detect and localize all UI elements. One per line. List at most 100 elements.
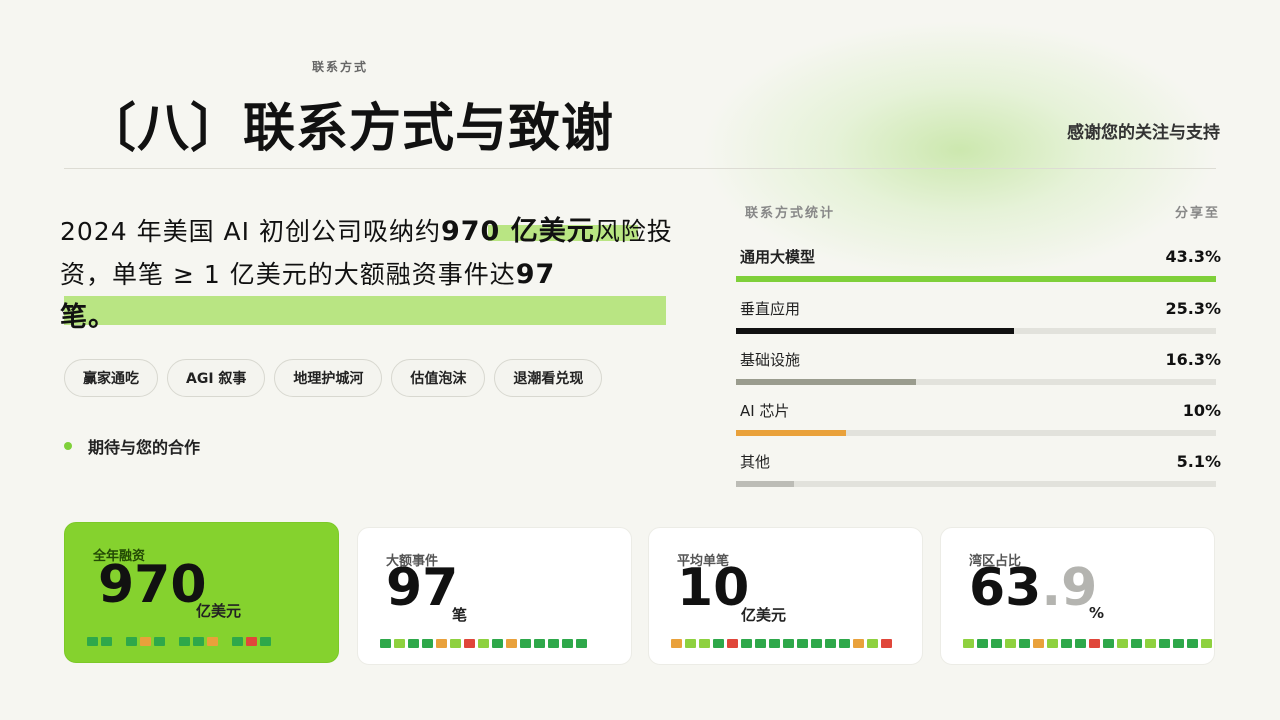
status-block	[450, 639, 461, 648]
status-block	[1187, 639, 1198, 648]
status-block	[548, 639, 559, 648]
stat-label: 垂直应用	[740, 299, 801, 318]
status-block	[394, 639, 405, 648]
stats-header: 联系方式统计 分享至	[745, 202, 1220, 221]
stat-value: 5.1%	[1176, 451, 1221, 471]
status-block	[991, 639, 1002, 648]
block-strip	[87, 637, 271, 646]
status-block	[671, 639, 682, 648]
stat-label: AI 芯片	[740, 401, 790, 420]
status-block	[232, 637, 243, 646]
status-block	[154, 637, 165, 646]
card-value-int: 63	[969, 558, 1042, 618]
section-eyebrow: 联系方式	[312, 60, 369, 74]
card-unit: 亿美元	[196, 602, 242, 620]
thanks-subtitle: 感谢您的关注与支持	[1067, 123, 1220, 143]
status-block	[246, 637, 257, 646]
status-block	[1103, 639, 1114, 648]
headline-bold-amount: 970 亿美元	[440, 216, 595, 247]
status-block	[1019, 639, 1030, 648]
block-strip	[963, 639, 1212, 648]
status-block	[1033, 639, 1044, 648]
stat-row-header: 其他 5.1%	[736, 449, 1221, 473]
tag-chip[interactable]: 地理护城河	[274, 359, 383, 397]
status-block	[825, 639, 836, 648]
stat-bar-track	[736, 276, 1216, 282]
status-block	[193, 637, 204, 646]
stat-value: 43.3%	[1165, 246, 1221, 266]
stat-row: 基础设施 16.3%	[736, 347, 1221, 385]
stat-row: 其他 5.1%	[736, 449, 1221, 487]
status-block	[755, 639, 766, 648]
status-block	[1131, 639, 1142, 648]
header-divider	[64, 168, 1216, 169]
status-block	[1075, 639, 1086, 648]
status-block	[1047, 639, 1058, 648]
stat-row: 垂直应用 25.3%	[736, 296, 1221, 334]
status-block	[1005, 639, 1016, 648]
stat-label: 其他	[740, 452, 771, 471]
stat-row: 通用大模型 43.3%	[736, 244, 1221, 282]
stat-card-average: 平均单笔 10 亿美元	[648, 527, 923, 665]
status-block	[492, 639, 503, 648]
stat-row-header: 通用大模型 43.3%	[736, 244, 1221, 268]
stat-card-bay-area: 湾区占比 63.9 %	[940, 527, 1215, 665]
card-value: 10	[677, 558, 750, 618]
status-block	[520, 639, 531, 648]
status-block	[126, 637, 137, 646]
status-block	[713, 639, 724, 648]
status-block	[221, 637, 229, 646]
status-block	[87, 637, 98, 646]
status-block	[140, 637, 151, 646]
stat-bar-track	[736, 430, 1216, 436]
share-link[interactable]: 分享至	[1175, 202, 1220, 221]
bullet-dot-icon	[64, 442, 72, 450]
stat-bar-fill	[736, 328, 1015, 334]
status-block	[1117, 639, 1128, 648]
status-block	[1061, 639, 1072, 648]
status-block	[977, 639, 988, 648]
tag-chip[interactable]: AGI 叙事	[167, 359, 266, 397]
bullet-text: 期待与您的合作	[88, 438, 201, 457]
status-block	[811, 639, 822, 648]
headline-bold-count: 97	[515, 259, 556, 290]
stat-bar-track	[736, 481, 1216, 487]
status-block	[741, 639, 752, 648]
status-block	[1145, 639, 1156, 648]
stat-bar-track	[736, 328, 1216, 334]
stat-label: 基础设施	[740, 350, 801, 369]
headline: 2024 年美国 AI 初创公司吸纳约970 亿美元风险投资，单笔 ≥ 1 亿美…	[60, 210, 680, 339]
status-block	[478, 639, 489, 648]
status-block	[867, 639, 878, 648]
page-title: 〔八〕联系方式与致谢	[84, 99, 615, 159]
stat-value: 25.3%	[1165, 298, 1221, 318]
headline-text: 2024 年美国 AI 初创公司吸纳约	[60, 217, 441, 246]
status-block	[727, 639, 738, 648]
status-block	[699, 639, 710, 648]
status-block	[464, 639, 475, 648]
tag-chip[interactable]: 退潮看兑现	[494, 359, 603, 397]
status-block	[853, 639, 864, 648]
status-block	[576, 639, 587, 648]
stat-card-events: 大额事件 97 笔	[357, 527, 632, 665]
status-block	[101, 637, 112, 646]
card-value: 63.9	[969, 558, 1097, 618]
stat-bar-fill	[736, 481, 794, 487]
stat-row-header: AI 芯片 10%	[736, 398, 1221, 422]
tag-chip[interactable]: 估值泡沫	[391, 359, 486, 397]
stat-card-total: 全年融资 970 亿美元	[64, 522, 339, 663]
tag-chip[interactable]: 赢家通吃	[64, 359, 158, 397]
card-value: 97	[386, 558, 459, 618]
block-strip	[380, 639, 587, 648]
stat-label: 通用大模型	[740, 247, 816, 266]
status-block	[881, 639, 892, 648]
status-block	[260, 637, 271, 646]
status-block	[207, 637, 218, 646]
status-block	[506, 639, 517, 648]
background-glow	[700, 20, 1220, 280]
status-block	[783, 639, 794, 648]
status-block	[797, 639, 808, 648]
stat-bar-fill	[736, 430, 847, 436]
status-block	[562, 639, 573, 648]
status-block	[963, 639, 974, 648]
